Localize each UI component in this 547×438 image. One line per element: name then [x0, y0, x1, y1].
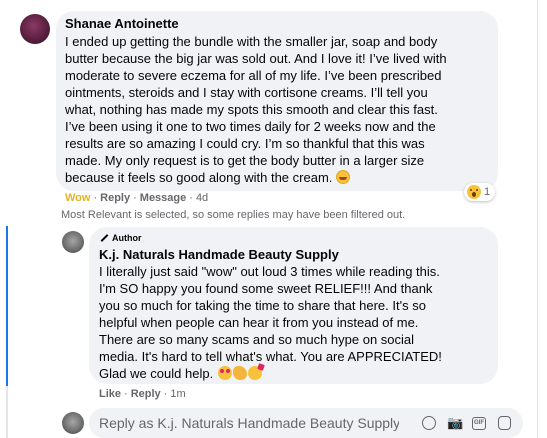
thread-line-active [6, 226, 8, 386]
camera-icon[interactable]: 📷 [447, 415, 463, 431]
comment-actions: Wow · Reply · Message · 4d [65, 192, 208, 204]
composer-avatar [62, 412, 84, 434]
reply-line: you so much for taking the time to share… [99, 298, 426, 313]
scrollbar-track[interactable] [537, 0, 547, 438]
separator-dot: · [93, 192, 98, 204]
separator-dot: · [189, 192, 193, 204]
comment-line: I’ve been using it one to two times dail… [65, 119, 436, 134]
reply-author-name[interactable]: K.j. Naturals Handmade Beauty Supply [99, 247, 339, 262]
reply-button[interactable]: Reply [131, 388, 161, 400]
raising-hands-emoji [232, 366, 247, 380]
reply-button[interactable]: Reply [100, 192, 130, 204]
pencil-icon [99, 233, 109, 243]
gif-icon[interactable]: GIF [472, 417, 486, 430]
comment-line: I ended up getting the bundle with the s… [65, 34, 438, 49]
sticker-icon[interactable] [498, 416, 511, 430]
reply-actions: Like · Reply · 1m [99, 388, 186, 400]
comment-line: what, nothing has made my spots this smo… [65, 102, 438, 117]
reaction-button[interactable]: Wow [65, 192, 90, 204]
comment-line: results are so amazing I could cry. I’m … [65, 136, 425, 151]
comment-line: because it feels so good along with the … [65, 170, 333, 185]
commenter-name[interactable]: Shanae Antoinette [65, 16, 179, 31]
comment-line: butter because the big jar was sold out.… [65, 51, 447, 66]
like-button[interactable]: Like [99, 388, 121, 400]
author-badge: Author [99, 233, 142, 243]
grinning-face-emoji [336, 170, 351, 184]
separator-dot: · [163, 388, 168, 400]
reply-line-last: Glad we could help. [99, 365, 494, 382]
wow-reaction-icon [467, 185, 481, 199]
top-divider [0, 0, 547, 4]
reply-line: helpful when people can hear it from you… [99, 315, 419, 330]
heart-eyes-emoji [217, 366, 232, 380]
comment-text: I ended up getting the bundle with the s… [65, 33, 495, 186]
reply-line: I'm SO happy you found some sweet RELIEF… [99, 281, 433, 296]
comment-line: moderate to severe eczema for all of my … [65, 68, 442, 83]
comment-line-last: because it feels so good along with the … [65, 169, 495, 186]
author-badge-label: Author [112, 233, 142, 243]
comment-line: made. My only request is to get the body… [65, 153, 425, 168]
reaction-count: 1 [484, 186, 491, 198]
reply-line: There are so many scams and so much hype… [99, 332, 415, 347]
comment-timestamp[interactable]: 4d [196, 192, 208, 204]
reply-line: Glad we could help. [99, 366, 214, 381]
message-button[interactable]: Message [140, 192, 186, 204]
commenter-avatar[interactable] [20, 14, 50, 44]
comment-line: ointments, steroids and I stay with cort… [65, 85, 428, 100]
filter-notice: Most Relevant is selected, so some repli… [61, 209, 406, 221]
reply-timestamp[interactable]: 1m [170, 388, 185, 400]
reply-line: media. It's hard to tell what's what. Yo… [99, 349, 442, 364]
reply-input[interactable] [99, 413, 399, 433]
separator-dot: · [124, 388, 128, 400]
reply-text: I literally just said "wow" out loud 3 t… [99, 263, 494, 382]
reply-line: I literally just said "wow" out loud 3 t… [99, 264, 440, 279]
partying-face-emoji [247, 366, 262, 380]
reaction-summary[interactable]: 1 [464, 183, 496, 201]
page-avatar[interactable] [62, 231, 84, 253]
separator-dot: · [133, 192, 137, 204]
emoji-icon[interactable] [422, 416, 436, 430]
